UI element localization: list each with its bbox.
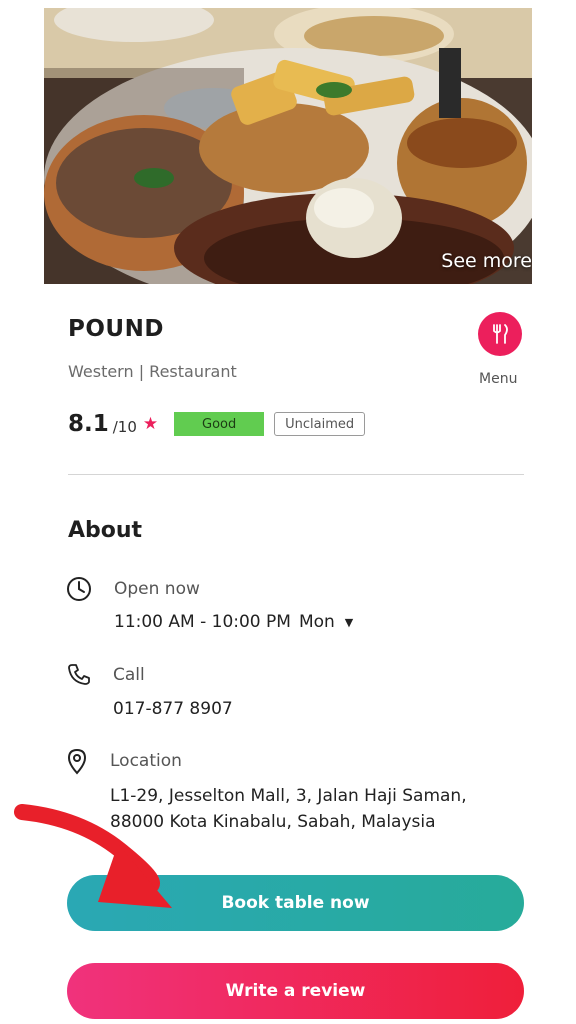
fork-knife-icon — [493, 324, 508, 344]
hours-day: Mon — [298, 612, 335, 632]
menu-label[interactable]: Menu — [479, 371, 517, 387]
hours-selector[interactable]: 11:00 AM - 10:00 PM Mon ▼ — [114, 612, 353, 632]
location-label: Location — [110, 751, 182, 771]
address-line-1[interactable]: L1-29, Jesselton Mall, 3, Jalan Haji Sam… — [110, 786, 467, 806]
about-heading: About — [68, 518, 143, 543]
hours-time: 11:00 AM - 10:00 PM — [114, 612, 291, 632]
book-table-button[interactable]: Book table now — [67, 875, 524, 931]
rating-row: 8.1 /10 ★ Good Unclaimed — [68, 410, 366, 438]
see-more-link[interactable]: See more — [441, 250, 532, 272]
location-pin-icon — [67, 748, 87, 775]
restaurant-cuisine: Western | Restaurant — [68, 362, 237, 381]
call-label: Call — [113, 665, 145, 685]
divider — [68, 474, 524, 475]
food-photo-image — [44, 8, 532, 284]
caret-down-icon: ▼ — [344, 615, 354, 629]
rating-out-of: /10 — [112, 418, 137, 436]
address-line-2[interactable]: 88000 Kota Kinabalu, Sabah, Malaysia — [110, 812, 436, 832]
open-status: Open now — [114, 579, 200, 599]
phone-icon — [68, 664, 90, 685]
rating-score: 8.1 — [68, 411, 109, 437]
restaurant-name: POUND — [68, 316, 164, 342]
rating-badge: Good — [174, 412, 265, 436]
star-icon: ★ — [142, 414, 159, 434]
phone-number-link[interactable]: 017-877 8907 — [113, 699, 233, 719]
claim-status-badge[interactable]: Unclaimed — [274, 412, 366, 436]
write-review-button[interactable]: Write a review — [67, 963, 524, 1019]
menu-button[interactable] — [478, 312, 522, 356]
restaurant-photo[interactable]: See more — [44, 8, 532, 284]
clock-icon — [67, 577, 91, 601]
